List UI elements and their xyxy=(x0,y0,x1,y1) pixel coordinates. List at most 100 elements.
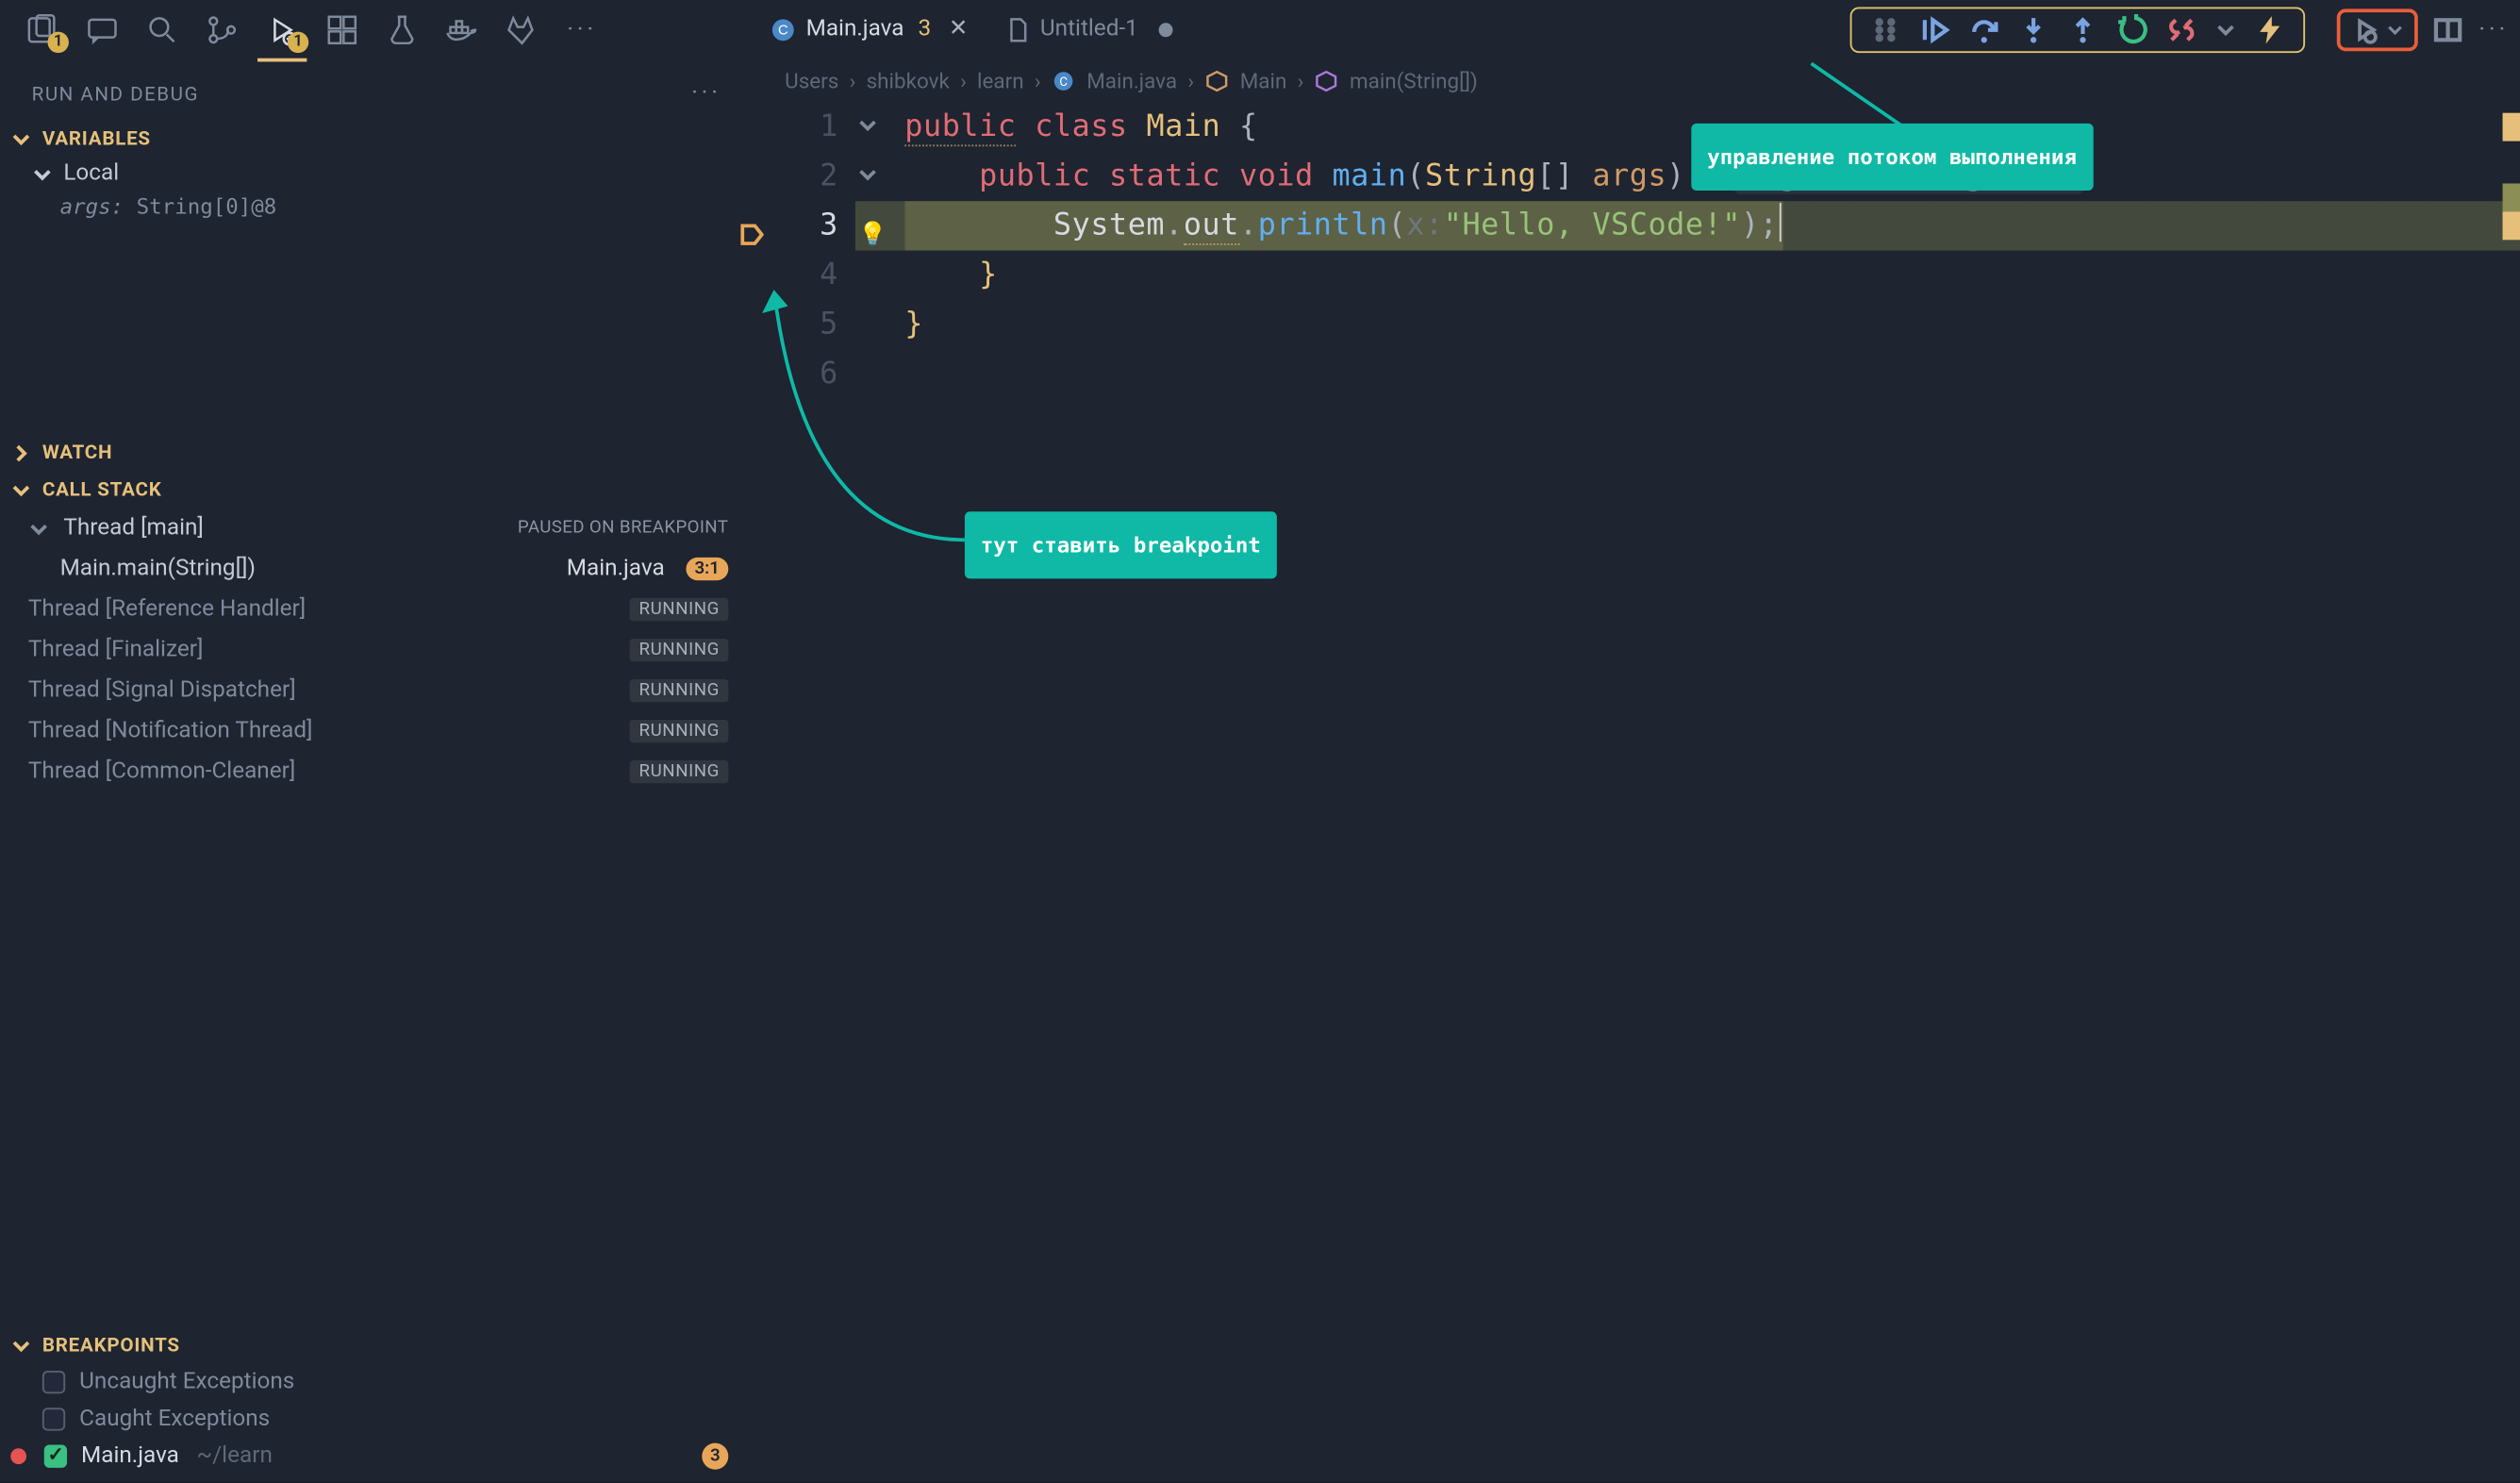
chevron-down-icon[interactable] xyxy=(2215,13,2236,45)
frame-file: Main.java xyxy=(567,556,665,582)
thread-name: Thread [Signal Dispatcher] xyxy=(28,677,616,704)
callstack-thread[interactable]: Thread [Signal Dispatcher] RUNNING xyxy=(0,671,742,711)
gitlab-icon[interactable] xyxy=(505,12,539,47)
search-icon[interactable] xyxy=(144,12,179,47)
sidebar-title: RUN AND DEBUG xyxy=(32,82,199,105)
tab-untitled[interactable]: Untitled-1 xyxy=(987,0,1193,58)
thread-name: Thread [Reference Handler] xyxy=(28,596,616,623)
breakpoint-file[interactable]: Main.java ~/learn 3 xyxy=(0,1438,742,1475)
callstack-frame[interactable]: Main.main(String[]) Main.java 3:1 xyxy=(0,549,742,590)
fold-icon[interactable] xyxy=(857,115,878,136)
checkbox[interactable] xyxy=(44,1445,67,1468)
flask-icon[interactable] xyxy=(385,12,420,47)
explorer-icon[interactable]: 1 xyxy=(25,12,59,47)
activity-bar: 1 1 ··· xyxy=(0,0,742,60)
callstack-thread-main[interactable]: Thread [main] PAUSED ON BREAKPOINT xyxy=(0,508,742,549)
step-over-icon[interactable] xyxy=(1968,13,2000,45)
code-content: System.out.println(x:"Hello, VSCode!"); xyxy=(855,201,1783,250)
tab-label: Untitled-1 xyxy=(1040,16,1138,42)
annotation-callout-breakpoint: тут ставить breakpoint xyxy=(965,511,1277,578)
breakpoint-uncaught[interactable]: Uncaught Exceptions xyxy=(0,1364,742,1401)
breakpoint-caught[interactable]: Caught Exceptions xyxy=(0,1401,742,1438)
vscode-app: 1 1 ··· RUN AND DEBUG ··· VAR xyxy=(0,0,2520,1482)
run-debug-icon[interactable]: 1 xyxy=(265,12,300,47)
fold-icon[interactable] xyxy=(857,164,878,185)
variable-row[interactable]: args: String[0]@8 xyxy=(32,191,743,223)
docker-icon[interactable] xyxy=(444,12,479,47)
extensions-icon[interactable] xyxy=(324,12,359,47)
crumb-item[interactable]: Main.java xyxy=(1086,69,1177,93)
chevron-down-icon xyxy=(28,518,49,539)
debug-run-icon xyxy=(2351,15,2379,43)
checkbox[interactable] xyxy=(42,1408,65,1430)
section-watch-label: WATCH xyxy=(42,442,112,464)
chevron-down-icon xyxy=(10,128,31,149)
crumb-item[interactable]: Main xyxy=(1240,69,1287,93)
svg-text:C: C xyxy=(1060,75,1069,90)
crumb-item[interactable]: main(String[]) xyxy=(1350,69,1478,93)
callstack-thread[interactable]: Thread [Notification Thread] RUNNING xyxy=(0,711,742,752)
editor-tabs: C Main.java 3 ✕ Untitled-1 xyxy=(753,0,1192,58)
crumb-item[interactable]: Users xyxy=(785,69,838,93)
code-editor[interactable]: 1 public class Main { 2 public static vo… xyxy=(742,102,2520,1481)
section-callstack-header[interactable]: CALL STACK xyxy=(0,471,742,508)
breadcrumbs[interactable]: Users› shibkovk› learn› C Main.java› Mai… xyxy=(742,60,2520,103)
more-icon[interactable]: ··· xyxy=(564,12,599,47)
class-icon xyxy=(1204,69,1229,93)
code-line: 6 xyxy=(742,349,2520,398)
gutter[interactable]: 2 xyxy=(742,152,855,201)
grip-icon[interactable] xyxy=(1869,13,1901,45)
bp-line-badge: 3 xyxy=(702,1443,728,1470)
code-content: public class Main { xyxy=(855,102,1258,151)
disconnect-icon[interactable] xyxy=(2165,13,2197,45)
step-into-icon[interactable] xyxy=(2017,13,2049,45)
bp-label: Uncaught Exceptions xyxy=(79,1369,294,1395)
file-icon xyxy=(1004,17,1029,42)
callstack-thread[interactable]: Thread [Reference Handler] RUNNING xyxy=(0,590,742,630)
chevron-down-icon xyxy=(10,479,31,500)
hot-reload-icon[interactable] xyxy=(2254,13,2286,45)
section-watch-header[interactable]: WATCH xyxy=(0,434,742,471)
gutter[interactable]: 1 xyxy=(742,102,855,151)
crumb-item[interactable]: learn xyxy=(977,69,1024,93)
annotation-callout-flow: управление потоком выполнения xyxy=(1691,124,2092,191)
thread-name: Thread [Common-Cleaner] xyxy=(28,758,616,785)
code-line: 1 public class Main { xyxy=(742,102,2520,151)
tab-modified-count: 3 xyxy=(918,16,931,42)
close-icon[interactable]: ✕ xyxy=(949,16,968,42)
overview-mark xyxy=(2503,183,2520,211)
thread-status: RUNNING xyxy=(630,679,728,702)
java-file-icon: C xyxy=(1052,69,1076,93)
callstack-thread[interactable]: Thread [Finalizer] RUNNING xyxy=(0,630,742,671)
chevron-right-icon xyxy=(10,442,31,462)
section-breakpoints-header[interactable]: BREAKPOINTS xyxy=(0,1326,742,1363)
overview-ruler[interactable] xyxy=(2506,102,2520,1481)
chat-icon[interactable] xyxy=(85,12,120,47)
source-control-icon[interactable] xyxy=(205,12,240,47)
sidebar-more-icon[interactable]: ··· xyxy=(691,79,721,108)
line-number: 2 xyxy=(820,152,837,201)
crumb-item[interactable]: shibkovk xyxy=(867,69,950,93)
section-variables-header[interactable]: VARIABLES xyxy=(0,120,742,157)
callstack-thread[interactable]: Thread [Common-Cleaner] RUNNING xyxy=(0,752,742,792)
tab-main-java[interactable]: C Main.java 3 ✕ xyxy=(753,0,986,58)
continue-icon[interactable] xyxy=(1919,13,1951,45)
thread-status: PAUSED ON BREAKPOINT xyxy=(518,519,728,539)
more-icon[interactable]: ··· xyxy=(2478,13,2510,45)
sidebar: RUN AND DEBUG ··· VARIABLES Local args: … xyxy=(0,60,742,1482)
editor-area: C Main.java 3 ✕ Untitled-1 xyxy=(742,0,2520,1482)
chevron-down-icon xyxy=(10,1335,31,1356)
thread-status: RUNNING xyxy=(630,598,728,621)
explorer-badge: 1 xyxy=(47,32,68,53)
layout-icon[interactable] xyxy=(2432,13,2464,45)
variables-scope[interactable]: Local xyxy=(32,157,743,191)
restart-icon[interactable] xyxy=(2116,13,2148,45)
run-dropdown[interactable] xyxy=(2337,8,2418,50)
step-out-icon[interactable] xyxy=(2067,13,2099,45)
variable-value: String[0]@8 xyxy=(137,194,277,219)
callstack-body: Thread [main] PAUSED ON BREAKPOINT Main.… xyxy=(0,508,742,792)
section-callstack-label: CALL STACK xyxy=(42,478,162,501)
annotation-arrow xyxy=(753,240,982,558)
breakpoint-dot-icon xyxy=(10,1448,26,1464)
checkbox[interactable] xyxy=(42,1371,65,1393)
